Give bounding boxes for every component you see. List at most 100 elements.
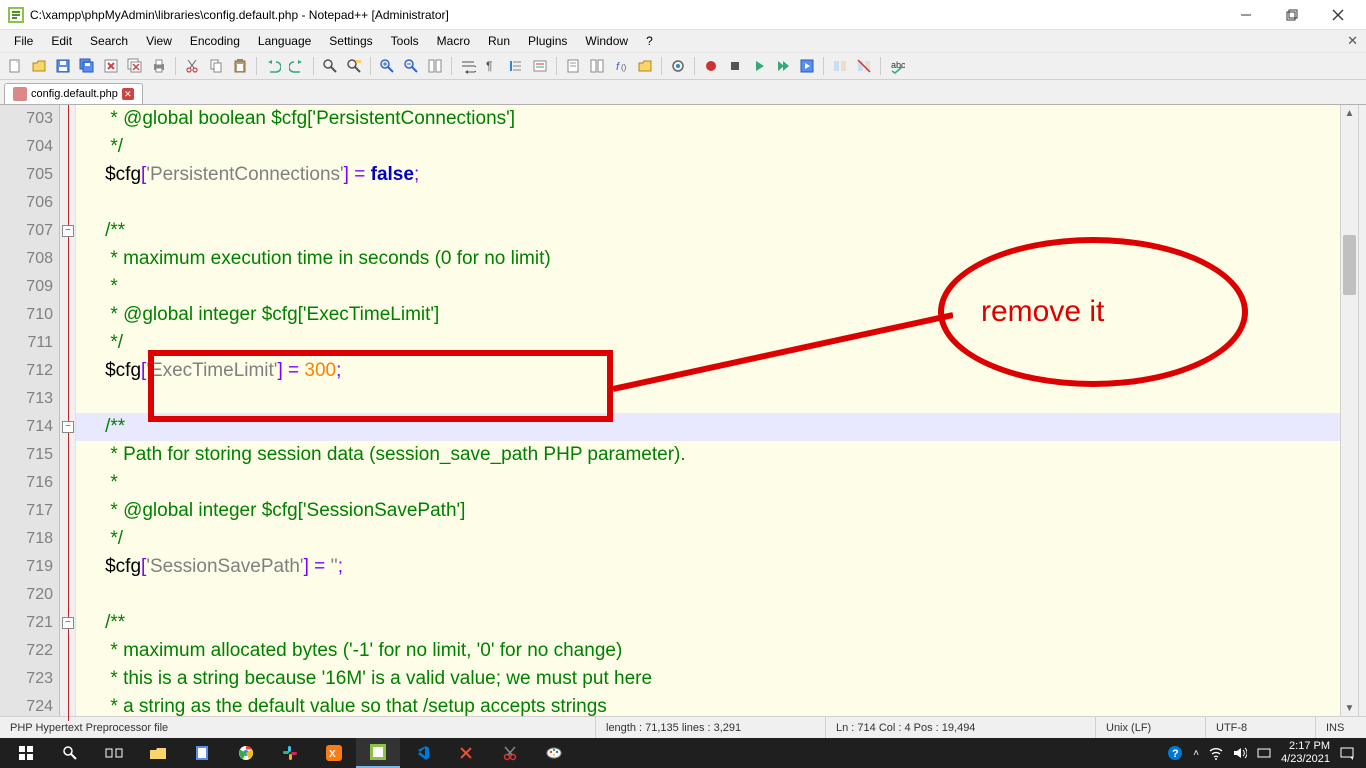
minimize-button[interactable]	[1232, 5, 1260, 25]
compare-button[interactable]	[829, 55, 851, 77]
code-line[interactable]: $cfg['ExecTimeLimit'] = 300;	[76, 357, 1340, 385]
file-explorer-button[interactable]	[136, 738, 180, 768]
code-line[interactable]: */	[76, 329, 1340, 357]
zoom-in-button[interactable]	[376, 55, 398, 77]
cut-button[interactable]	[181, 55, 203, 77]
undo-button[interactable]	[262, 55, 284, 77]
fold-column[interactable]	[60, 105, 76, 716]
play-macro-button[interactable]	[748, 55, 770, 77]
record-macro-button[interactable]	[700, 55, 722, 77]
menu-language[interactable]: Language	[250, 32, 319, 50]
code-line[interactable]: * @global integer $cfg['SessionSavePath'…	[76, 497, 1340, 525]
code-line[interactable]: * Path for storing session data (session…	[76, 441, 1340, 469]
menubar-close-icon[interactable]: ✕	[1347, 33, 1358, 49]
chrome-button[interactable]	[224, 738, 268, 768]
wifi-icon[interactable]	[1209, 746, 1223, 760]
system-tray[interactable]: ? ˄ 2:17 PM 4/23/2021	[1167, 740, 1362, 766]
snipping-button[interactable]	[488, 738, 532, 768]
code-line[interactable]: */	[76, 525, 1340, 553]
lang-icon[interactable]	[1257, 746, 1271, 760]
monitor-button[interactable]	[667, 55, 689, 77]
save-all-button[interactable]	[76, 55, 98, 77]
udl-button[interactable]	[529, 55, 551, 77]
scroll-down-icon[interactable]: ▼	[1341, 700, 1358, 716]
print-button[interactable]	[148, 55, 170, 77]
clock[interactable]: 2:17 PM 4/23/2021	[1281, 740, 1330, 766]
editor[interactable]: 7037047057067077087097107117127137147157…	[0, 104, 1366, 716]
menu-plugins[interactable]: Plugins	[520, 32, 575, 50]
close-all-button[interactable]	[124, 55, 146, 77]
save-macro-button[interactable]	[796, 55, 818, 77]
doc-map-button[interactable]	[562, 55, 584, 77]
open-file-button[interactable]	[28, 55, 50, 77]
task-view-button[interactable]	[92, 738, 136, 768]
close-button[interactable]	[1324, 5, 1352, 25]
menu-settings[interactable]: Settings	[321, 32, 380, 50]
tab-close-icon[interactable]: ✕	[122, 88, 134, 100]
redo-button[interactable]	[286, 55, 308, 77]
menu-encoding[interactable]: Encoding	[182, 32, 248, 50]
code-line[interactable]: * @global integer $cfg['ExecTimeLimit']	[76, 301, 1340, 329]
clear-compare-button[interactable]	[853, 55, 875, 77]
code-line[interactable]: $cfg['PersistentConnections'] = false;	[76, 161, 1340, 189]
code-line[interactable]: /**	[76, 413, 1340, 441]
close-file-button[interactable]	[100, 55, 122, 77]
tab-config-default[interactable]: config.default.php ✕	[4, 83, 143, 104]
start-button[interactable]	[4, 738, 48, 768]
code-line[interactable]: * a string as the default value so that …	[76, 693, 1340, 721]
code-line[interactable]: * this is a string because '16M' is a va…	[76, 665, 1340, 693]
code-line[interactable]: /**	[76, 609, 1340, 637]
scrollbar-thumb[interactable]	[1343, 235, 1356, 295]
zoom-out-button[interactable]	[400, 55, 422, 77]
vscode-button[interactable]	[400, 738, 444, 768]
menu-file[interactable]: File	[6, 32, 41, 50]
spellcheck-button[interactable]: abc	[886, 55, 908, 77]
code-line[interactable]: /**	[76, 217, 1340, 245]
save-button[interactable]	[52, 55, 74, 77]
replace-button[interactable]	[343, 55, 365, 77]
volume-icon[interactable]	[1233, 746, 1247, 760]
menu-tools[interactable]: Tools	[383, 32, 427, 50]
menu-view[interactable]: View	[138, 32, 180, 50]
code-line[interactable]: *	[76, 273, 1340, 301]
code-line[interactable]	[76, 385, 1340, 413]
code-line[interactable]: * maximum execution time in seconds (0 f…	[76, 245, 1340, 273]
search-button[interactable]	[48, 738, 92, 768]
find-button[interactable]	[319, 55, 341, 77]
menu-macro[interactable]: Macro	[429, 32, 478, 50]
copy-button[interactable]	[205, 55, 227, 77]
menu-run[interactable]: Run	[480, 32, 518, 50]
menu-edit[interactable]: Edit	[43, 32, 80, 50]
wordwrap-button[interactable]	[457, 55, 479, 77]
show-all-chars-button[interactable]: ¶	[481, 55, 503, 77]
slack-button[interactable]	[268, 738, 312, 768]
code-line[interactable]: * maximum allocated bytes ('-1' for no l…	[76, 637, 1340, 665]
git-button[interactable]	[444, 738, 488, 768]
menu-window[interactable]: Window	[577, 32, 636, 50]
paste-button[interactable]	[229, 55, 251, 77]
stop-macro-button[interactable]	[724, 55, 746, 77]
menu-search[interactable]: Search	[82, 32, 136, 50]
doc-list-button[interactable]	[586, 55, 608, 77]
notepadpp-button[interactable]	[356, 738, 400, 768]
code-area[interactable]: remove it * @global boolean $cfg['Persis…	[76, 105, 1340, 716]
code-line[interactable]: *	[76, 469, 1340, 497]
code-line[interactable]	[76, 581, 1340, 609]
sync-scroll-button[interactable]	[424, 55, 446, 77]
code-line[interactable]: $cfg['SessionSavePath'] = '';	[76, 553, 1340, 581]
notepad-task-button[interactable]	[180, 738, 224, 768]
scroll-up-icon[interactable]: ▲	[1341, 105, 1358, 121]
notifications-icon[interactable]	[1340, 746, 1354, 760]
play-multi-button[interactable]	[772, 55, 794, 77]
tray-chevron-icon[interactable]: ˄	[1193, 748, 1199, 759]
code-line[interactable]	[76, 189, 1340, 217]
maximize-button[interactable]	[1278, 5, 1306, 25]
code-line[interactable]: */	[76, 133, 1340, 161]
menu-help[interactable]: ?	[638, 32, 661, 50]
paint-button[interactable]	[532, 738, 576, 768]
folder-workspace-button[interactable]	[634, 55, 656, 77]
func-list-button[interactable]: f()	[610, 55, 632, 77]
new-file-button[interactable]	[4, 55, 26, 77]
help-icon[interactable]: ?	[1167, 745, 1183, 761]
code-line[interactable]: * @global boolean $cfg['PersistentConnec…	[76, 105, 1340, 133]
